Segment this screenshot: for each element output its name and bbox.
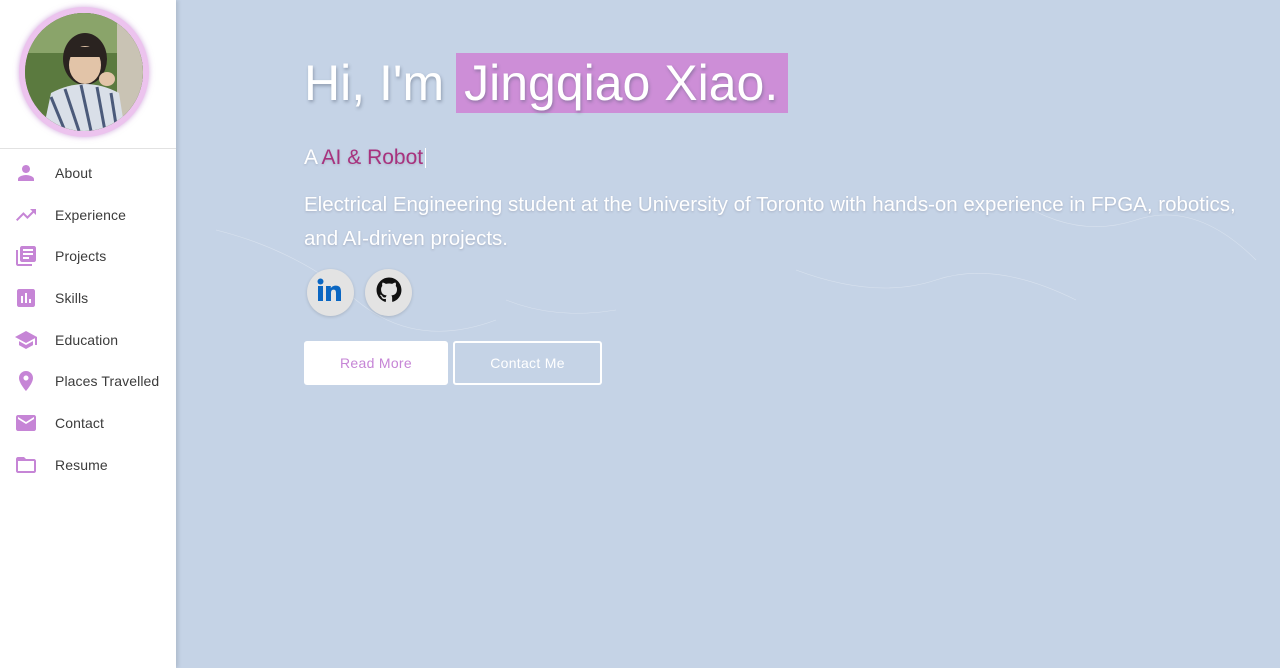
sidebar-item-label: Education: [55, 331, 119, 348]
hero-description: Electrical Engineering student at the Un…: [304, 193, 1236, 250]
sidebar-item-label: About: [55, 164, 93, 181]
sidebar-item-about[interactable]: About: [0, 152, 176, 194]
linkedin-button[interactable]: [307, 269, 354, 316]
folder-icon: [14, 453, 38, 477]
sidebar-item-label: Contact: [55, 414, 104, 431]
sidebar-item-label: Resume: [55, 456, 108, 473]
sidebar-nav: About Experience Projects Skills Educati…: [0, 152, 176, 486]
greeting-prefix: Hi, I'm: [304, 55, 445, 111]
hero-section: Hi, I'm Jingqiao Xiao. A AI & Robot Elect…: [176, 0, 1280, 668]
hero-name: Jingqiao Xiao.: [456, 53, 789, 113]
sidebar-item-skills[interactable]: Skills: [0, 277, 176, 319]
typing-cursor: [425, 148, 427, 169]
github-button[interactable]: [365, 269, 412, 316]
tagline-typed-text: AI & Robot: [321, 146, 424, 169]
sidebar-item-contact[interactable]: Contact: [0, 402, 176, 444]
hero-greeting: Hi, I'm Jingqiao Xiao.: [304, 50, 789, 116]
sidebar-divider: [0, 148, 176, 149]
sidebar-item-resume[interactable]: Resume: [0, 444, 176, 486]
sidebar-item-places-travelled[interactable]: Places Travelled: [0, 360, 176, 402]
location-pin-icon: [14, 369, 38, 393]
github-icon: [376, 277, 402, 308]
avatar[interactable]: [19, 7, 149, 137]
tagline-prefix: A: [304, 146, 317, 169]
sidebar: About Experience Projects Skills Educati…: [0, 0, 176, 668]
sidebar-item-label: Skills: [55, 289, 89, 306]
trending-up-icon: [14, 203, 38, 227]
sidebar-item-experience[interactable]: Experience: [0, 194, 176, 236]
bar-chart-icon: [14, 286, 38, 310]
contact-me-button[interactable]: Contact Me: [453, 341, 602, 385]
sidebar-item-projects[interactable]: Projects: [0, 235, 176, 277]
mail-icon: [14, 411, 38, 435]
sidebar-item-label: Places Travelled: [55, 373, 160, 390]
linkedin-icon: [317, 278, 345, 307]
sidebar-item-label: Experience: [55, 206, 127, 223]
graduation-cap-icon: [14, 328, 38, 352]
sidebar-item-label: Projects: [55, 248, 107, 265]
person-icon: [14, 161, 38, 185]
profile-photo: [25, 13, 143, 131]
hero-tagline: A AI & Robot: [304, 145, 427, 171]
read-more-button[interactable]: Read More: [304, 341, 448, 385]
library-books-icon: [14, 244, 38, 268]
sidebar-item-education[interactable]: Education: [0, 319, 176, 361]
